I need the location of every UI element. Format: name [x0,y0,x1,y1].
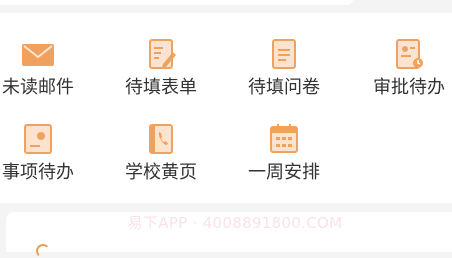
form-edit-icon [149,39,176,69]
phonebook-icon [149,124,173,154]
school-directory-tile[interactable]: 学校黄页 [111,98,211,183]
pending-form-tile[interactable]: 待填表单 [111,13,211,98]
watermark: 易下APP · 4008891800.COM [127,214,343,232]
pending-form-label: 待填表单 [125,77,197,98]
approval-todo-label: 审批待办 [373,77,445,98]
weekly-schedule-tile[interactable]: 一周安排 [234,98,334,183]
pending-questionnaire-tile[interactable]: 待填问卷 [234,13,334,98]
questionnaire-icon [272,39,296,69]
school-directory-label: 学校黄页 [125,162,197,183]
approval-icon [396,39,423,69]
pending-questionnaire-label: 待填问卷 [248,77,320,98]
section-header-icon [36,244,50,258]
task-todo-tile[interactable]: 事项待办 [0,98,88,183]
quick-menu-grid: 未读邮件 待填表单 待填问卷 审批待办 事项待办 学校黄页 一周安排 [0,13,452,203]
top-card-edge [0,0,354,5]
calendar-icon [270,124,298,153]
envelope-icon [22,44,54,66]
task-icon [24,124,52,154]
unread-mail-tile[interactable]: 未读邮件 [0,13,88,98]
weekly-schedule-label: 一周安排 [248,162,320,183]
unread-mail-label: 未读邮件 [2,77,74,98]
approval-todo-tile[interactable]: 审批待办 [359,13,452,98]
task-todo-label: 事项待办 [2,162,74,183]
